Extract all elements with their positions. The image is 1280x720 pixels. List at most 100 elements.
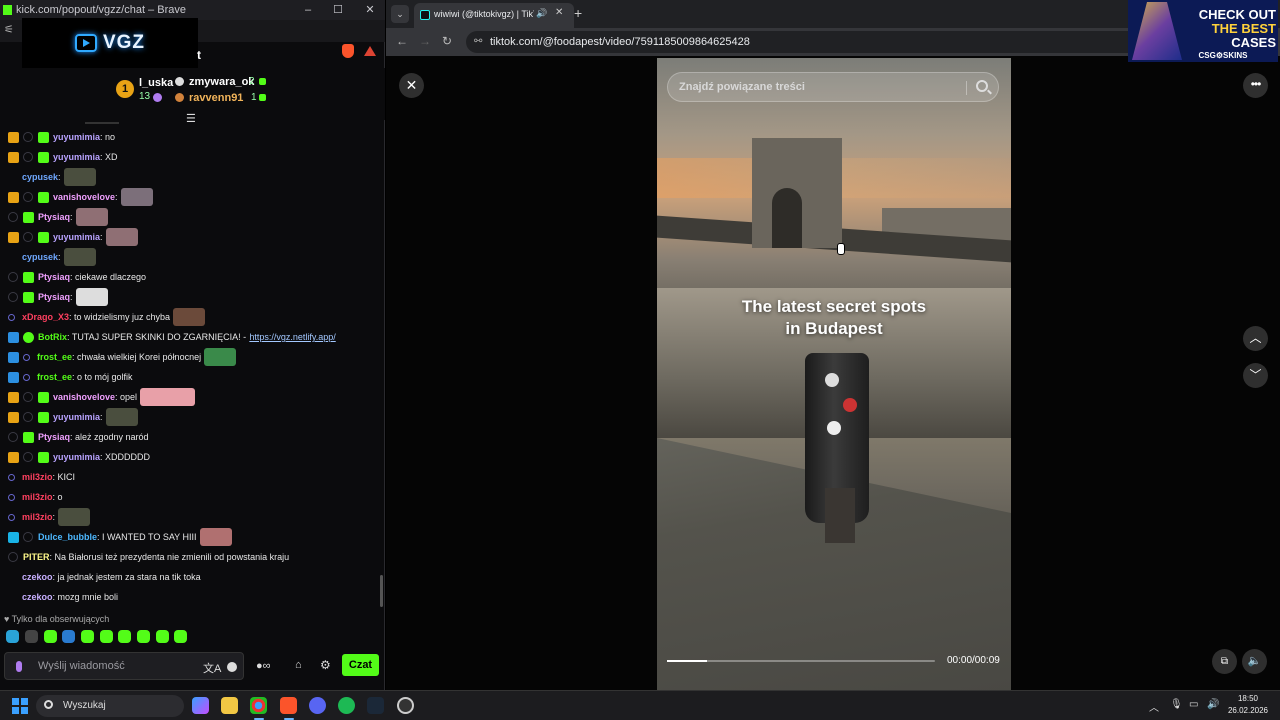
- chat-username[interactable]: yuyumimia: [53, 447, 100, 467]
- video-player[interactable]: Znajdź powiązane treści The latest secre…: [657, 58, 1011, 690]
- discord-icon[interactable]: [309, 697, 326, 714]
- obs-icon[interactable]: [397, 697, 414, 714]
- volume-button[interactable]: 🔈: [1242, 649, 1267, 674]
- clock-time[interactable]: 18:50: [1228, 694, 1268, 703]
- chat-username[interactable]: mil3zio: [22, 467, 53, 487]
- send-chat-button[interactable]: Czat: [342, 654, 379, 676]
- chat-username[interactable]: vanishovelove: [53, 387, 115, 407]
- sponsor-banner[interactable]: CHECK OUT THE BEST CASES CSG⚙SKINS: [1128, 0, 1278, 62]
- file-explorer-icon[interactable]: [221, 697, 238, 714]
- chat-username[interactable]: Ptysiaq: [38, 287, 70, 307]
- settings-icon[interactable]: ⚙: [320, 658, 331, 672]
- leader-3-name[interactable]: ravvenn91: [189, 92, 243, 104]
- emote-icon[interactable]: [118, 630, 131, 643]
- chat-message-text: : no: [100, 132, 116, 142]
- chat-username[interactable]: czekoo: [22, 587, 53, 607]
- chat-username[interactable]: yuyumimia: [53, 407, 100, 427]
- more-options-button[interactable]: •••: [1243, 73, 1268, 98]
- emote-icon[interactable]: [81, 630, 94, 643]
- chat-username[interactable]: PITER: [23, 547, 50, 567]
- previous-video-button[interactable]: ︿: [1243, 326, 1268, 351]
- chat-username[interactable]: xDrago_X3: [22, 307, 69, 327]
- tray-overflow-icon[interactable]: ︿: [1149, 699, 1159, 714]
- chat-username[interactable]: Ptysiaq: [38, 207, 70, 227]
- chat-username[interactable]: BotRix: [38, 327, 67, 347]
- next-video-button[interactable]: ﹀: [1243, 363, 1268, 388]
- channel-logo-text: VGZ: [102, 32, 146, 53]
- search-icon[interactable]: [976, 80, 988, 92]
- gift-icon: [259, 94, 266, 101]
- collapse-leaderboard-icon[interactable]: ☰: [186, 112, 196, 125]
- chat-username[interactable]: yuyumimia: [53, 127, 100, 147]
- ring-badge-icon: [23, 412, 33, 422]
- brave-shields-icon[interactable]: [342, 44, 354, 58]
- emote-icon[interactable]: [25, 630, 38, 643]
- chat-username[interactable]: yuyumimia: [53, 227, 100, 247]
- chat-username[interactable]: Dulce_bubble: [38, 527, 97, 547]
- windows-taskbar: Wyszukaj ︿ 🎙 ▭ 🔊 18:50 26.02.2026: [0, 690, 1280, 720]
- chat-username[interactable]: mil3zio: [22, 507, 53, 527]
- chat-message-link[interactable]: https://vgz.netlify.app/: [249, 327, 335, 347]
- chat-username[interactable]: Ptysiaq: [38, 427, 70, 447]
- site-info-icon[interactable]: ⚯: [474, 36, 482, 47]
- chat-username[interactable]: frost_ee: [37, 347, 72, 367]
- minimize-button[interactable]: –: [293, 0, 323, 20]
- chat-username[interactable]: Ptysiaq: [38, 267, 70, 287]
- network-icon[interactable]: ▭: [1189, 699, 1198, 710]
- small-badge-icon: [8, 514, 15, 521]
- emote-icon[interactable]: [156, 630, 169, 643]
- chrome-icon[interactable]: [250, 697, 267, 714]
- emoji-icon[interactable]: [227, 662, 237, 672]
- tab-audio-icon[interactable]: 🔊: [536, 8, 547, 19]
- back-button[interactable]: ←: [396, 34, 408, 48]
- reload-button[interactable]: ↻: [442, 34, 452, 48]
- close-video-button[interactable]: ✕: [399, 73, 424, 98]
- chat-username[interactable]: cypusek: [22, 247, 58, 267]
- spotify-icon[interactable]: [338, 697, 355, 714]
- video-progress-bar[interactable]: [667, 660, 935, 662]
- forward-button[interactable]: →: [419, 34, 431, 48]
- chat-username[interactable]: czekoo: [22, 567, 53, 587]
- chat-username[interactable]: frost_ee: [37, 367, 72, 387]
- maximize-button[interactable]: ☐: [323, 0, 353, 20]
- emote-icon[interactable]: [137, 630, 150, 643]
- gift-badge-icon: [38, 152, 49, 163]
- emote-icon[interactable]: [44, 630, 57, 643]
- tab-search-button[interactable]: ⌄: [391, 5, 409, 23]
- windows-start-icon[interactable]: [12, 698, 28, 714]
- tab-close-icon[interactable]: ✕: [555, 7, 563, 18]
- tab-tiktok[interactable]: wiwiwi (@tiktokivgz) | TikTo 🔊 ✕: [414, 3, 574, 28]
- close-window-button[interactable]: ✕: [355, 0, 385, 20]
- emote-icon[interactable]: [62, 630, 75, 643]
- channel-points-icon[interactable]: ●∞: [256, 660, 271, 672]
- chat-username[interactable]: vanishovelove: [53, 187, 115, 207]
- new-tab-button[interactable]: +: [574, 5, 582, 21]
- chat-username[interactable]: yuyumimia: [53, 147, 100, 167]
- chat-username[interactable]: cypusek: [22, 167, 58, 187]
- brave-icon[interactable]: [280, 697, 297, 714]
- volume-icon[interactable]: 🔊: [1207, 699, 1219, 710]
- mic-icon[interactable]: [16, 661, 22, 672]
- related-search-input[interactable]: Znajdź powiązane treści: [667, 72, 999, 102]
- leader-2-name[interactable]: zmywara_ok: [189, 76, 254, 88]
- menu-icon[interactable]: ⚟: [4, 23, 14, 36]
- leader-1-name[interactable]: l_uska: [139, 77, 173, 89]
- picture-in-picture-button[interactable]: ⧉: [1212, 649, 1237, 674]
- brave-rewards-icon[interactable]: [364, 46, 376, 56]
- browser-window: ⌄ wiwiwi (@tiktokivgz) | TikTo 🔊 ✕ + ← →…: [386, 0, 1280, 690]
- copilot-icon[interactable]: [192, 697, 209, 714]
- store-icon[interactable]: ⌂: [295, 659, 302, 671]
- chat-username[interactable]: mil3zio: [22, 487, 53, 507]
- chat-scrollbar[interactable]: [380, 575, 383, 607]
- chat-message-input[interactable]: Wyślij wiadomość 文A: [4, 652, 244, 680]
- taskbar-search-input[interactable]: Wyszukaj: [36, 695, 184, 717]
- steam-icon[interactable]: [367, 697, 384, 714]
- emote-icon[interactable]: [6, 630, 19, 643]
- translate-icon[interactable]: 文A: [203, 660, 221, 676]
- microphone-icon[interactable]: 🎙: [1170, 699, 1183, 710]
- clock-date[interactable]: 26.02.2026: [1224, 706, 1272, 715]
- chat-message: xDrago_X3: to widzielismy juz chyba: [0, 307, 385, 327]
- emote-icon[interactable]: [174, 630, 187, 643]
- emote-icon[interactable]: [100, 630, 113, 643]
- url-text[interactable]: tiktok.com/@foodapest/video/759118500986…: [490, 36, 750, 48]
